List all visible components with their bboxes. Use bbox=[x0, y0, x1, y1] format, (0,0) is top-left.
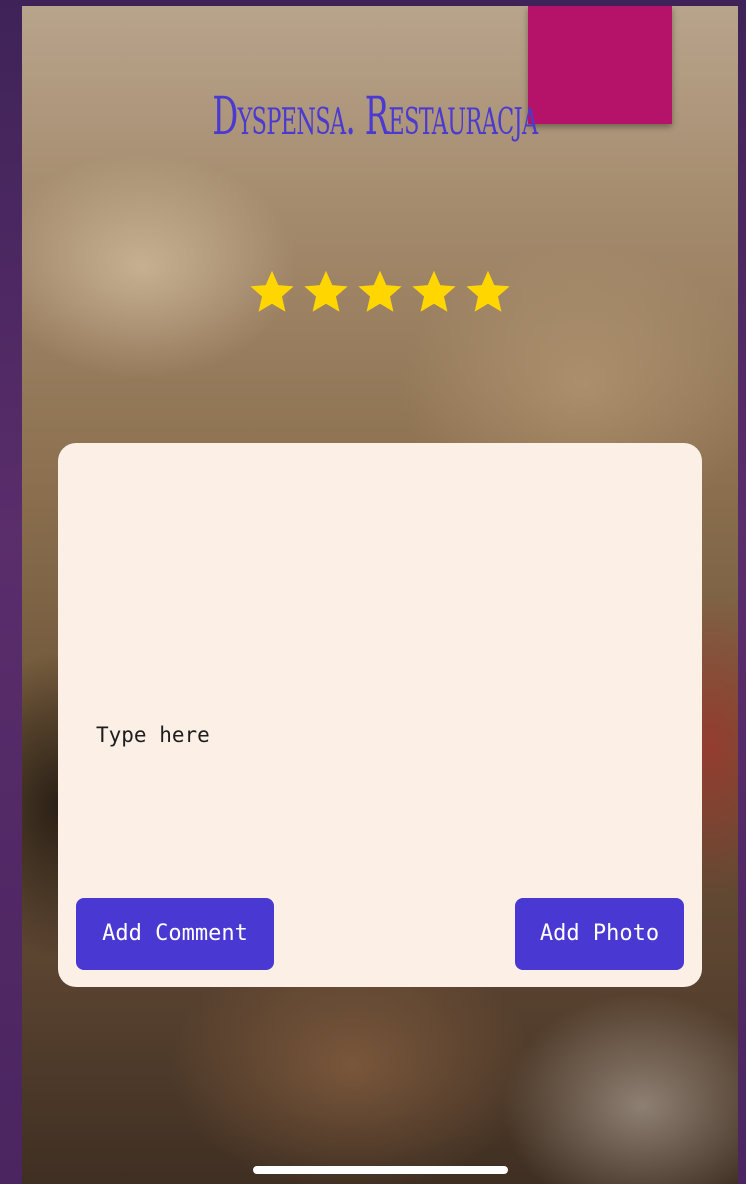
star-icon-4[interactable] bbox=[408, 266, 460, 318]
star-icon-3[interactable] bbox=[354, 266, 406, 318]
add-comment-button[interactable]: Add Comment bbox=[76, 898, 274, 970]
home-indicator[interactable] bbox=[253, 1166, 508, 1174]
comment-input[interactable] bbox=[96, 723, 656, 747]
star-icon-5[interactable] bbox=[462, 266, 514, 318]
add-photo-button[interactable]: Add Photo bbox=[515, 898, 684, 970]
comment-card: Add Comment Add Photo bbox=[58, 443, 702, 987]
star-icon-2[interactable] bbox=[300, 266, 352, 318]
star-icon-1[interactable] bbox=[246, 266, 298, 318]
star-rating[interactable] bbox=[246, 266, 514, 322]
device-frame: Dyspensa. Restauracja Add Comment Add Ph… bbox=[0, 0, 746, 1184]
restaurant-name: Dyspensa. Restauracja bbox=[212, 87, 538, 147]
